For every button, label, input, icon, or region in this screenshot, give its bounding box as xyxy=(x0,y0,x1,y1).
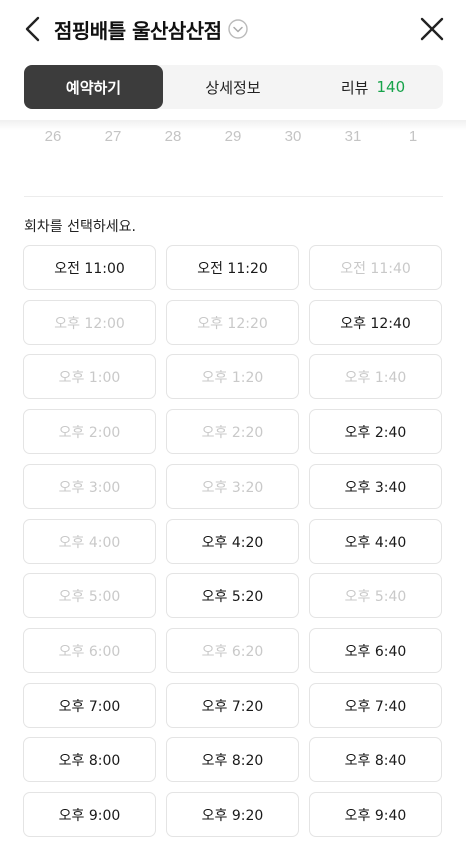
date-cell[interactable]: 29 xyxy=(203,128,263,152)
chevron-down-circle-icon[interactable] xyxy=(227,19,248,39)
divider xyxy=(24,196,443,197)
time-slot-button: 오후 12:20 xyxy=(166,300,299,345)
time-slot-button[interactable]: 오후 5:20 xyxy=(166,573,299,618)
close-icon[interactable] xyxy=(418,14,446,44)
tabs-bar: 예약하기 상세정보 리뷰 140 xyxy=(24,65,443,109)
time-slot-button: 오후 5:00 xyxy=(23,573,156,618)
time-slot-button: 오후 3:00 xyxy=(23,464,156,509)
time-slot-button[interactable]: 오후 8:20 xyxy=(166,737,299,782)
date-cell[interactable]: 1 xyxy=(383,128,443,152)
time-slot-button[interactable]: 오전 11:00 xyxy=(23,245,156,290)
date-cell[interactable]: 28 xyxy=(143,128,203,152)
tab-details-label: 상세정보 xyxy=(205,78,261,97)
time-slot-button[interactable]: 오후 8:40 xyxy=(309,737,442,782)
time-slot-button[interactable]: 오전 11:20 xyxy=(166,245,299,290)
time-slot-button[interactable]: 오후 2:40 xyxy=(309,409,442,454)
time-slot-button: 오후 6:20 xyxy=(166,628,299,673)
time-slot-button[interactable]: 오후 9:40 xyxy=(309,792,442,837)
title-wrap: 점핑배틀 울산삼산점 xyxy=(54,14,248,44)
time-slot-button[interactable]: 오후 8:00 xyxy=(23,737,156,782)
time-slot-button: 오후 4:00 xyxy=(23,519,156,564)
time-slot-button[interactable]: 오후 4:40 xyxy=(309,519,442,564)
tab-reviews[interactable]: 리뷰 140 xyxy=(303,65,443,109)
review-count-badge: 140 xyxy=(376,78,406,96)
time-slot-button: 오후 2:00 xyxy=(23,409,156,454)
date-cell[interactable]: 27 xyxy=(83,128,143,152)
date-cell[interactable]: 26 xyxy=(23,128,83,152)
tab-reservation-label: 예약하기 xyxy=(65,78,122,97)
time-slot-button[interactable]: 오후 7:20 xyxy=(166,683,299,728)
time-slot-button: 오후 1:40 xyxy=(309,354,442,399)
time-slot-button: 오후 3:20 xyxy=(166,464,299,509)
time-slot-button[interactable]: 오후 3:40 xyxy=(309,464,442,509)
date-row: 26 27 28 29 30 31 1 xyxy=(23,128,443,152)
tab-reviews-label: 리뷰 xyxy=(340,78,369,97)
time-slot-button: 오후 2:20 xyxy=(166,409,299,454)
time-slot-button: 오후 5:40 xyxy=(309,573,442,618)
time-slot-button: 오후 1:00 xyxy=(23,354,156,399)
time-slot-button: 오후 6:00 xyxy=(23,628,156,673)
time-slot-button: 오전 11:40 xyxy=(309,245,442,290)
time-slot-button: 오후 1:20 xyxy=(166,354,299,399)
date-cell[interactable]: 30 xyxy=(263,128,323,152)
time-slot-button[interactable]: 오후 9:20 xyxy=(166,792,299,837)
date-cell[interactable]: 31 xyxy=(323,128,383,152)
header: 점핑배틀 울산삼산점 xyxy=(0,0,466,60)
page-title: 점핑배틀 울산삼산점 xyxy=(54,18,222,43)
section-label: 회차를 선택하세요. xyxy=(24,219,136,235)
time-slot-button[interactable]: 오후 7:00 xyxy=(23,683,156,728)
time-slot-button[interactable]: 오후 6:40 xyxy=(309,628,442,673)
time-slot-button: 오후 12:00 xyxy=(23,300,156,345)
back-arrow-icon[interactable] xyxy=(18,14,48,44)
time-slot-button[interactable]: 오후 9:00 xyxy=(23,792,156,837)
tab-details[interactable]: 상세정보 xyxy=(163,65,303,109)
time-slot-button[interactable]: 오후 7:40 xyxy=(309,683,442,728)
time-slot-button[interactable]: 오후 4:20 xyxy=(166,519,299,564)
time-slot-button[interactable]: 오후 12:40 xyxy=(309,300,442,345)
tab-reservation[interactable]: 예약하기 xyxy=(24,65,163,109)
